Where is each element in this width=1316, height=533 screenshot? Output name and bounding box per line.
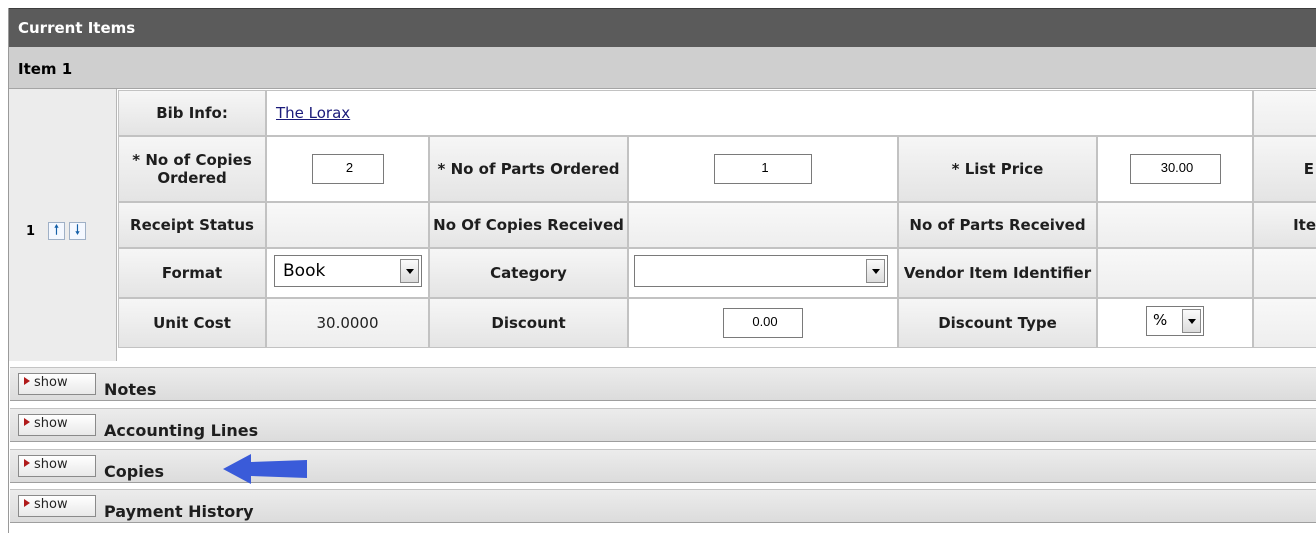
chevron-down-icon[interactable] xyxy=(866,259,885,283)
expand-triangle-icon xyxy=(24,418,30,426)
tab-payment-history: show Payment History xyxy=(10,489,1316,523)
parts-ordered-label: * No of Parts Ordered xyxy=(429,136,628,202)
copies-ordered-label: * No of Copies Ordered xyxy=(118,136,266,202)
vendor-item-identifier-label: Vendor Item Identifier xyxy=(898,248,1097,298)
show-copies-button[interactable]: show xyxy=(18,455,96,477)
current-items-panel: Current Items Item 1 1 🠑 🠓 Bib Info: The… xyxy=(8,8,1316,533)
expand-triangle-icon xyxy=(24,459,30,467)
discount-input[interactable]: 0.00 xyxy=(723,308,803,338)
tab-notes: show Notes xyxy=(10,367,1316,401)
chevron-down-icon[interactable] xyxy=(1182,309,1201,333)
copies-received-value xyxy=(628,202,898,248)
expand-triangle-icon xyxy=(24,377,30,385)
move-up-icon[interactable]: 🠑 xyxy=(48,222,65,240)
unit-cost-value: 30.0000 xyxy=(266,298,429,348)
show-accounting-lines-button[interactable]: show xyxy=(18,414,96,436)
copies-ordered-input[interactable]: 2 xyxy=(311,154,384,184)
bib-info-cell: The Lorax xyxy=(266,90,1253,136)
item-header: Item 1 xyxy=(9,47,1316,89)
blue-arrow-icon xyxy=(223,454,307,484)
current-items-header: Current Items xyxy=(9,8,1316,47)
list-price-label: * List Price xyxy=(898,136,1097,202)
item-number: 1 xyxy=(26,224,36,239)
tab-accounting-lines: show Accounting Lines xyxy=(10,408,1316,442)
format-select[interactable]: Book xyxy=(274,255,422,287)
format-label: Format xyxy=(118,248,266,298)
bib-info-label: Bib Info: xyxy=(118,90,266,136)
tab-notes-title: Notes xyxy=(104,380,157,399)
row4-cut-cell xyxy=(1253,248,1316,298)
tab-copies-title: Copies xyxy=(104,462,165,481)
unit-cost-label: Unit Cost xyxy=(118,298,266,348)
category-select[interactable] xyxy=(634,255,888,287)
discount-type-selected: % xyxy=(1153,311,1168,329)
move-down-icon[interactable]: 🠓 xyxy=(69,222,86,240)
row3-cut-label: Ite xyxy=(1253,202,1316,248)
row2-cut-label: E xyxy=(1253,136,1316,202)
tab-accounting-lines-title: Accounting Lines xyxy=(104,421,259,440)
receipt-status-value xyxy=(266,202,429,248)
tab-copies: show Copies xyxy=(10,449,1316,483)
expand-triangle-icon xyxy=(24,499,30,507)
parts-received-label: No of Parts Received xyxy=(898,202,1097,248)
bib-info-link[interactable]: The Lorax xyxy=(276,104,350,122)
format-selected: Book xyxy=(283,261,326,281)
parts-ordered-input[interactable]: 1 xyxy=(714,154,812,184)
row1-cut-cell xyxy=(1253,90,1316,136)
parts-received-value xyxy=(1097,202,1253,248)
show-payment-history-button[interactable]: show xyxy=(18,495,96,517)
discount-type-label: Discount Type xyxy=(898,298,1097,348)
show-notes-button[interactable]: show xyxy=(18,373,96,395)
copies-received-label: No Of Copies Received xyxy=(429,202,628,248)
vendor-item-identifier-value xyxy=(1097,248,1253,298)
row5-cut-cell xyxy=(1253,298,1316,348)
category-label: Category xyxy=(429,248,628,298)
item-detail-table: Bib Info: The Lorax * No of Copies Order… xyxy=(118,90,1316,348)
list-price-input[interactable]: 30.00 xyxy=(1129,154,1221,184)
receipt-status-label: Receipt Status xyxy=(118,202,266,248)
item-number-column: 1 🠑 🠓 xyxy=(9,89,117,361)
chevron-down-icon[interactable] xyxy=(400,259,419,283)
tab-payment-history-title: Payment History xyxy=(104,502,254,521)
discount-label: Discount xyxy=(429,298,628,348)
discount-type-select[interactable]: % xyxy=(1146,306,1204,336)
